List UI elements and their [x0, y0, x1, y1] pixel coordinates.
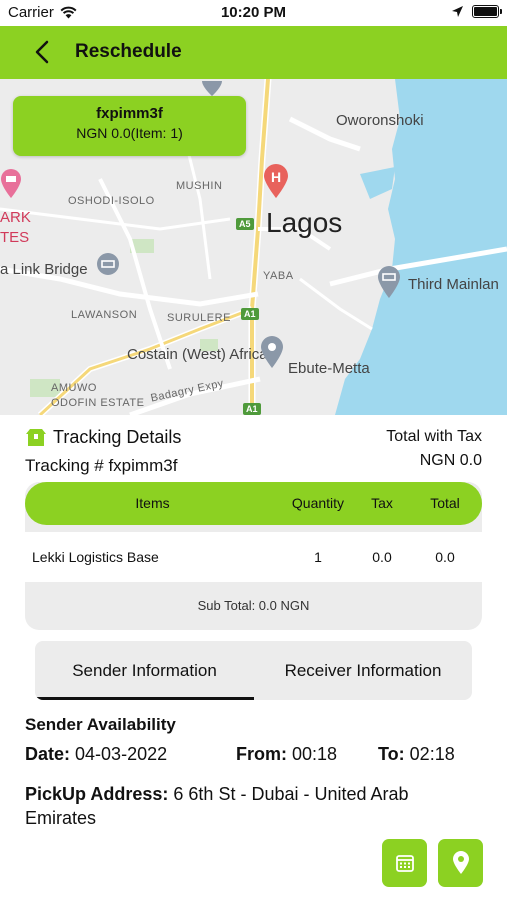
map-label-surulere: SURULERE [167, 312, 231, 324]
road-badge-a1-south: A1 [243, 403, 261, 415]
date-label: Date: [25, 744, 71, 764]
row-item-quantity: 1 [314, 549, 322, 565]
tracking-header: Tracking Details [25, 427, 181, 448]
calendar-button[interactable] [382, 839, 427, 887]
svg-text:H: H [271, 169, 281, 185]
map-label-lagos: Lagos [266, 207, 343, 238]
map-label-oworonshoki: Oworonshoki [336, 112, 424, 129]
package-icon [26, 428, 46, 446]
row-item-total: 0.0 [435, 549, 455, 565]
map-label-third-mainland: Third Mainlan [408, 276, 499, 293]
map-label-amuwo: AMUWO [51, 382, 97, 394]
to-label: To: [378, 744, 405, 764]
map-label-lawanson: LAWANSON [71, 309, 138, 321]
column-header-tax: Tax [371, 495, 393, 511]
row-item-tax: 0.0 [372, 549, 392, 565]
status-time: 10:20 PM [220, 4, 287, 21]
tab-sender-information[interactable]: Sender Information [35, 641, 254, 700]
to-time-field: To: 02:18 [378, 744, 455, 765]
battery-icon [472, 5, 502, 18]
subtotal-text: Sub Total: 0.0 NGN [197, 598, 310, 613]
back-button[interactable] [28, 38, 56, 66]
column-header-items: Items [135, 495, 170, 511]
status-bar: Carrier 10:20 PM [0, 0, 507, 26]
active-tab-indicator [35, 697, 254, 700]
map-label-mushin: MUSHIN [176, 180, 223, 192]
sender-availability-heading: Sender Availability [25, 715, 176, 734]
transit-pin-icon [202, 81, 222, 96]
map-label-ebute-metta: Ebute-Metta [288, 360, 370, 377]
road-badge-a5: A5 [236, 218, 254, 230]
map-label-yaba: YABA [263, 270, 294, 282]
page-title: Reschedule [75, 41, 182, 62]
park-pin-icon [1, 169, 21, 198]
chevron-left-icon [35, 40, 49, 64]
callout-tracking-id: fxpimm3f [96, 105, 163, 122]
items-table: Items Quantity Tax Total Lekki Logistics… [25, 482, 482, 630]
date-field: Date: 04-03-2022 [25, 744, 167, 765]
road-badge-a1: A1 [241, 308, 259, 320]
map-info-callout[interactable]: fxpimm3f NGN 0.0(Item: 1) [13, 96, 246, 156]
map-label-link-bridge: a Link Bridge [0, 261, 88, 278]
total-with-tax-value: NGN 0.0 [419, 452, 482, 469]
table-row: Lekki Logistics Base 1 0.0 0.0 [25, 532, 482, 582]
row-item-name: Lekki Logistics Base [32, 549, 159, 565]
callout-summary: NGN 0.0(Item: 1) [76, 125, 183, 141]
info-tabs: Sender Information Receiver Information [35, 641, 472, 700]
table-header: Items Quantity Tax Total [25, 482, 482, 525]
tracking-title: Tracking Details [53, 427, 182, 447]
from-time-field: From: 00:18 [236, 744, 337, 765]
from-label: From: [236, 744, 287, 764]
map-label-ark: ARK [0, 209, 31, 226]
location-button[interactable] [438, 839, 483, 887]
date-value: 04-03-2022 [75, 744, 168, 764]
place-pin-icon [261, 336, 283, 368]
location-pin-icon [452, 851, 469, 874]
to-value: 02:18 [409, 744, 455, 764]
pickup-address: PickUp Address: 6 6th St - Dubai - Unite… [25, 782, 465, 830]
bridge-pin-icon [378, 266, 400, 298]
pickup-address-label: PickUp Address: [25, 784, 169, 804]
column-header-quantity: Quantity [291, 495, 345, 511]
status-right [451, 5, 502, 18]
total-with-tax-label: Total with Tax [386, 428, 482, 445]
map-label-tes: TES [0, 229, 30, 246]
nav-bar: Reschedule [0, 26, 507, 79]
column-header-total: Total [430, 495, 460, 511]
map-label-odofin: ODOFIN ESTATE [51, 397, 145, 409]
map-label-oshodi: OSHODI-ISOLO [68, 195, 155, 207]
from-value: 00:18 [292, 744, 338, 764]
bridge-marker-icon [97, 253, 119, 275]
tracking-number: Tracking # fxpimm3f [25, 456, 178, 475]
calendar-icon [395, 855, 414, 872]
location-arrow-icon [452, 6, 463, 17]
hospital-pin-icon: H [264, 164, 288, 198]
map-label-costain: Costain (West) Africa [127, 346, 268, 363]
tab-receiver-information[interactable]: Receiver Information [254, 641, 472, 700]
